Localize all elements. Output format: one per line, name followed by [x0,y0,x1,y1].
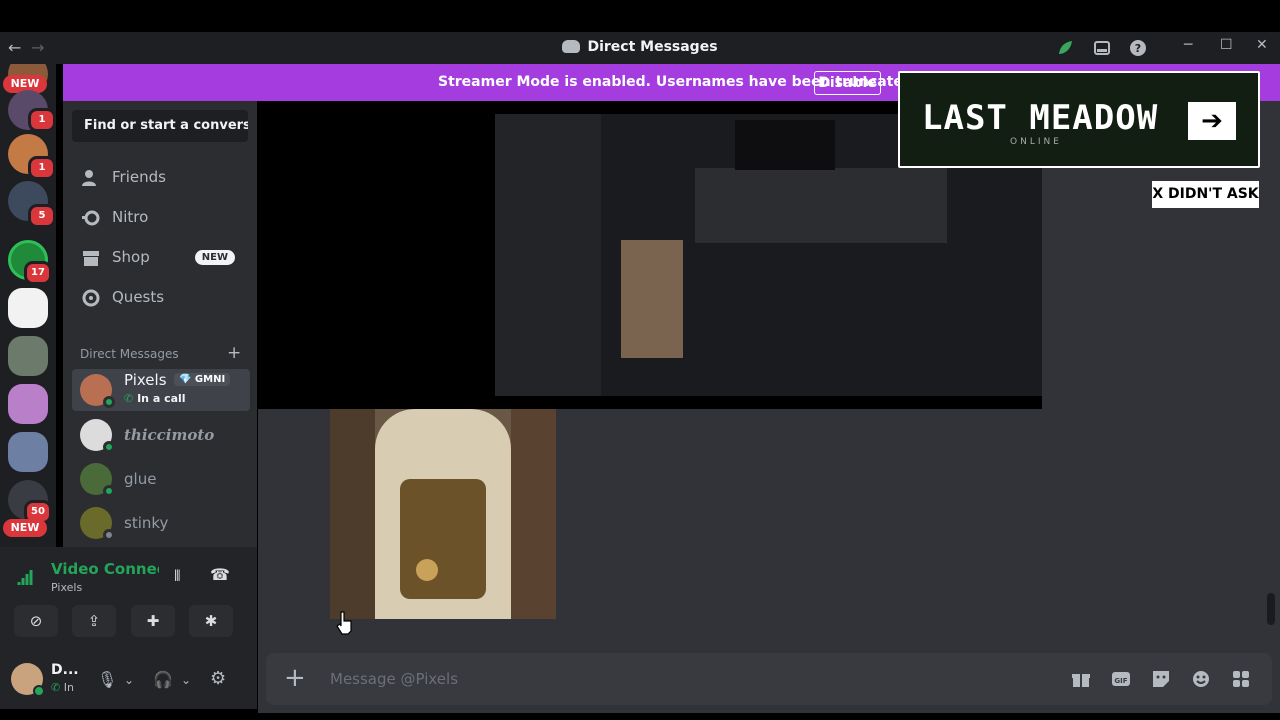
friends-icon [82,170,96,186]
dm-name: stinky [124,514,169,532]
dm-status: ✆ In a call [124,392,186,405]
voice-status-title: Video Connected [51,560,159,578]
chevron-down-icon[interactable]: ⌄ [181,673,191,687]
dm-header: Direct Messages [80,347,179,361]
svg-text:?: ? [1135,42,1141,55]
steampunk-portrait-image[interactable] [330,409,556,619]
server-icon[interactable] [8,288,48,328]
dm-name: glue [124,470,157,488]
online-status-dot [103,485,115,497]
server-icon[interactable] [8,336,48,376]
activities-button[interactable]: ✚ [131,605,175,637]
dm-item[interactable]: thiccimoto [72,414,250,456]
inbox-icon[interactable] [1094,40,1110,56]
close-button[interactable]: ✕ [1256,37,1268,53]
nav-friends[interactable]: Friends [72,158,248,198]
microphone-icon[interactable]: 🎙 [97,670,117,689]
noise-suppression-icon[interactable]: ⦀ [174,567,181,585]
server-icon[interactable] [8,432,48,472]
dm-item[interactable]: glue [72,458,250,500]
add-attachment-button[interactable]: + [284,663,306,693]
sticker-icon[interactable] [1151,669,1171,689]
nav-label: Friends [112,168,166,186]
nav-nitro[interactable]: Nitro [72,198,248,238]
disable-streamer-mode-button[interactable]: Disable [814,71,881,95]
new-tag: NEW [194,250,235,265]
arrow-right-icon[interactable]: ➔ [1188,102,1236,140]
help-icon[interactable]: ? [1130,40,1146,56]
dm-name: thiccimoto [124,426,215,444]
search-input[interactable]: Find or start a convers... [72,110,248,142]
window-title: Direct Messages [0,39,1280,55]
mention-badge: 1 [28,156,56,180]
dismiss-ad-button[interactable]: X DIDN'T ASK [1152,181,1259,208]
last-meadow-ad[interactable]: LAST MEADOW ONLINE ➔ [898,71,1260,168]
dm-status-text: In a call [137,392,186,405]
online-status-dot [103,396,115,408]
online-status-dot [103,441,115,453]
share-screen-button[interactable]: ⇪ [72,605,116,637]
message-input[interactable]: Message @Pixels [330,670,458,688]
dm-sidebar: Find or start a convers... Friends Nitro… [63,101,257,547]
dm-item-pixels[interactable]: Pixels 💎 GMNI ✆ In a call [72,369,250,411]
minimize-button[interactable]: ─ [1184,37,1192,53]
user-status: ✆ In [51,681,74,694]
server-rail: NEW 1 1 5 17 50 NEW [0,64,56,554]
camera-off-icon: ⊘ [29,612,43,630]
soundboard-icon: ✱ [204,612,218,630]
disconnect-icon[interactable]: ☎ [210,565,230,584]
offline-status-dot [103,529,115,541]
nav-label: Quests [112,288,165,306]
gif-icon[interactable]: GIF [1111,669,1131,689]
toggle-camera-button[interactable]: ⊘ [14,605,58,637]
voice-panel: Video Connected Pixels ⦀ ☎ ⊘ ⇪ ✚ ✱ D... … [0,547,257,709]
dm-name: Pixels [124,371,167,389]
online-status-dot [33,685,45,697]
user-panel: D... ✆ In 🎙 ⌄ 🎧 ⌄ ⚙ [0,657,257,709]
guild-tag: 💎 GMNI [174,373,231,386]
discord-window: ← → Direct Messages ? ─ ☐ ✕ NEW 1 1 5 17… [0,0,1280,720]
soundboard-button[interactable]: ✱ [189,605,233,637]
nav-quests[interactable]: Quests [72,278,248,318]
phone-icon: ✆ [124,392,134,405]
dm-item[interactable]: stinky [72,502,250,544]
settings-gear-icon[interactable]: ⚙ [210,668,226,689]
svg-text:GIF: GIF [1114,677,1127,685]
activities-icon: ✚ [146,612,160,630]
user-status-text: In [63,681,74,694]
gift-icon[interactable] [1071,669,1091,689]
chat-area: + Message @Pixels GIF [258,101,1280,713]
shop-icon [83,251,99,266]
apps-icon[interactable] [1231,669,1251,689]
window-title-text: Direct Messages [587,39,718,55]
new-badge: NEW [3,519,47,537]
nav-label: Nitro [112,208,149,226]
nav-label: Shop [112,248,150,266]
create-dm-button[interactable]: + [227,343,241,363]
quests-icon [82,289,100,307]
maximize-button[interactable]: ☐ [1220,37,1233,53]
hand-cursor-icon [336,611,352,635]
emoji-icon[interactable] [1191,669,1211,689]
leaf-icon[interactable] [1057,40,1073,56]
username: D... [51,662,79,678]
mention-badge: 1 [28,108,56,132]
screen-share-icon: ⇪ [87,612,101,630]
connection-signal-icon[interactable] [17,567,37,587]
ad-title: LAST MEADOW [922,98,1159,138]
headphones-icon[interactable]: 🎧 [153,670,173,689]
nav-shop[interactable]: Shop NEW [72,238,248,278]
message-composer: + Message @Pixels GIF [266,653,1272,705]
title-bar: ← → Direct Messages ? ─ ☐ ✕ [0,32,1280,64]
ad-subtitle: ONLINE [1010,137,1062,147]
nitro-icon [82,210,100,226]
voice-channel-name[interactable]: Pixels [51,581,82,594]
mention-badge: 17 [24,261,52,285]
phone-icon: ✆ [51,681,61,694]
discord-logo-icon [562,40,581,53]
scrollbar-thumb[interactable] [1267,593,1275,625]
server-icon[interactable] [8,384,48,424]
chevron-down-icon[interactable]: ⌄ [124,673,134,687]
mention-badge: 5 [28,204,56,228]
